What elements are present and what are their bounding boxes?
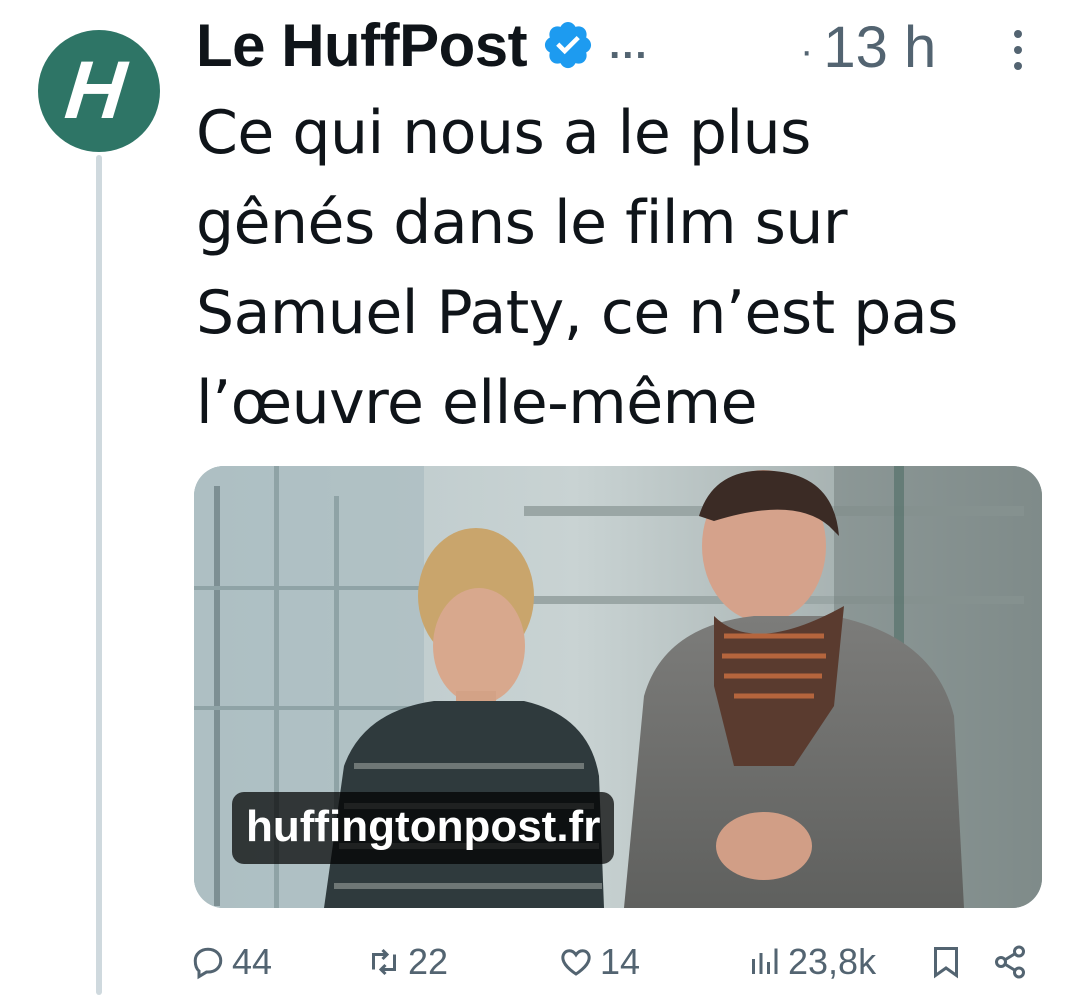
author-handle[interactable]: ... (609, 23, 648, 68)
author-name[interactable]: Le HuffPost (196, 11, 528, 80)
tweet-text-line: l’œuvre elle-même (196, 368, 758, 438)
time-separator: · (800, 29, 814, 74)
avatar-logo: H (61, 45, 131, 136)
like-count: 14 (600, 941, 641, 982)
share-button[interactable] (992, 938, 1034, 986)
tweet-text-line: Ce qui nous a le plus (196, 98, 811, 168)
reply-icon (193, 947, 223, 980)
retweet-count: 22 (408, 941, 449, 982)
retweet-icon (372, 948, 396, 976)
share-icon (995, 945, 1025, 979)
time-label: 13 h (823, 15, 937, 80)
views-icon (752, 948, 778, 974)
views-button[interactable]: 23,8k (746, 938, 876, 986)
like-button[interactable]: 14 (558, 938, 640, 986)
link-card[interactable]: huffingtonpost.fr (194, 466, 1042, 908)
bookmark-icon (934, 947, 958, 979)
views-count: 23,8k (788, 941, 877, 982)
reply-count: 44 (232, 941, 273, 982)
reply-button[interactable]: 44 (190, 938, 272, 986)
avatar[interactable]: H (38, 30, 160, 152)
card-domain-label: huffingtonpost.fr (232, 792, 615, 864)
thread-line (96, 155, 102, 995)
verified-badge-icon (545, 21, 592, 69)
tweet-text-line: gênés dans le film sur (196, 188, 848, 258)
more-icon[interactable] (1010, 26, 1026, 74)
retweet-button[interactable]: 22 (366, 938, 448, 986)
action-bar: 44 22 14 23,8k (190, 938, 1040, 986)
bookmark-button[interactable] (928, 938, 970, 986)
like-icon (561, 949, 591, 976)
tweet-text: Ce qui nous a le plus gênés dans le film… (196, 88, 1046, 448)
tweet-time[interactable]: · 13 h (800, 14, 936, 81)
tweet-text-line: Samuel Paty, ce n’est pas (196, 278, 958, 348)
